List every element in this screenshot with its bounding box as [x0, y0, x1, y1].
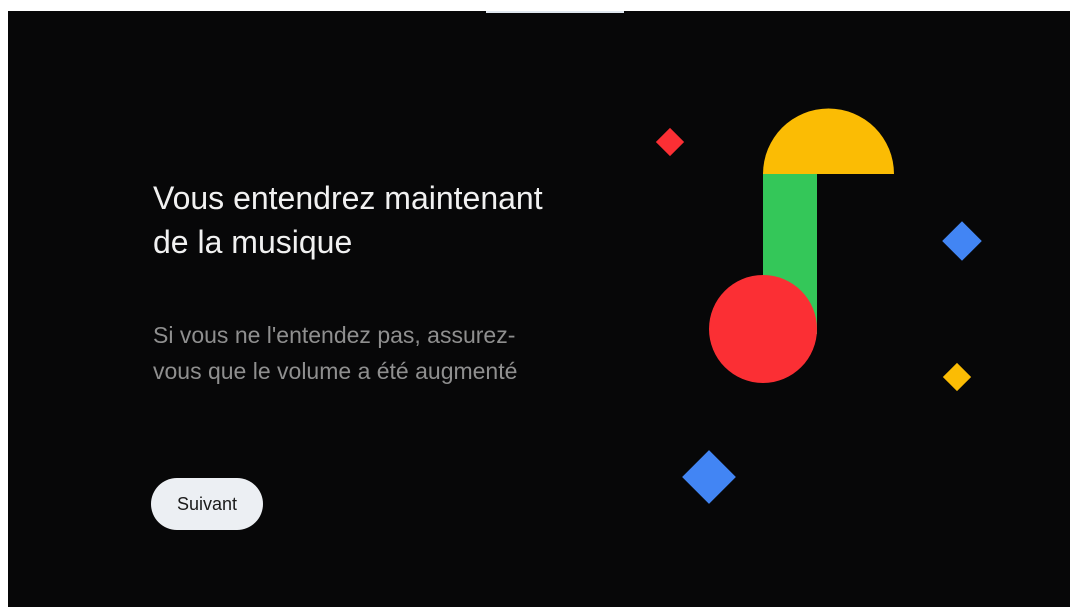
blue-diamond-icon — [942, 221, 982, 261]
red-diamond-icon — [655, 127, 685, 157]
blue-large-diamond-icon — [682, 450, 736, 504]
yellow-diamond-icon — [942, 362, 972, 392]
music-note-flag — [763, 108, 894, 174]
music-note-head — [709, 275, 817, 383]
music-note-illustration — [655, 108, 982, 504]
setup-screen: Vous entendrez maintenant de la musique … — [8, 11, 1070, 607]
